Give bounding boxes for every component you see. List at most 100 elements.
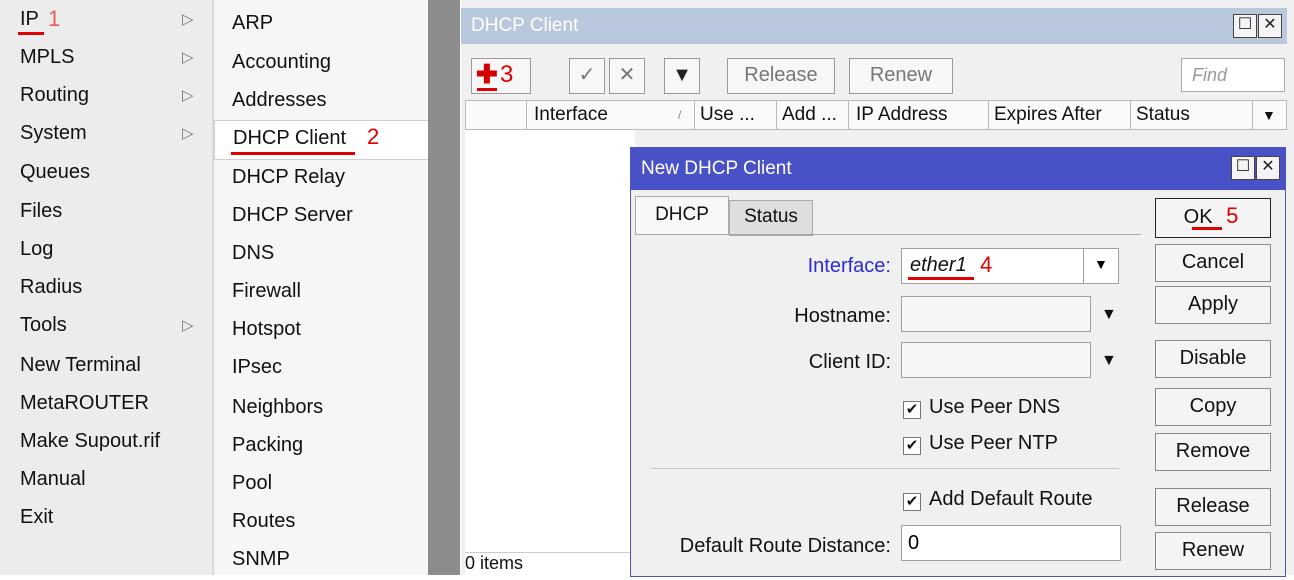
- menu-item-queues[interactable]: Queues: [0, 157, 212, 195]
- menu-item-label: IP: [20, 8, 39, 30]
- column-ip-address[interactable]: IP Address: [856, 104, 948, 126]
- submenu-item-dns[interactable]: DNS: [214, 236, 429, 274]
- submenu-item-accounting[interactable]: Accounting: [214, 45, 429, 83]
- menu-item-system[interactable]: System ▷: [0, 118, 212, 156]
- client-id-field[interactable]: [901, 342, 1091, 378]
- copy-button[interactable]: Copy: [1155, 388, 1271, 426]
- renew-button[interactable]: Renew: [1155, 532, 1271, 570]
- checkbox-icon: ✔: [903, 437, 921, 455]
- submenu-item-hotspot[interactable]: Hotspot: [214, 312, 429, 350]
- submenu-item-label: Firewall: [232, 280, 301, 302]
- submenu-item-label: Accounting: [232, 51, 331, 73]
- column-use-peer[interactable]: Use ...: [700, 104, 755, 126]
- menu-item-label: New Terminal: [20, 354, 141, 376]
- menu-item-exit[interactable]: Exit: [0, 502, 212, 540]
- submenu-item-firewall[interactable]: Firewall: [214, 274, 429, 312]
- disable-button[interactable]: ✕: [609, 58, 645, 94]
- apply-button[interactable]: Apply: [1155, 286, 1271, 324]
- submenu-item-dhcp-client[interactable]: DHCP Client 2: [214, 120, 429, 160]
- menu-item-metarouter[interactable]: MetaROUTER: [0, 388, 212, 426]
- submenu-item-snmp[interactable]: SNMP: [214, 542, 429, 580]
- close-icon[interactable]: ✕: [1258, 14, 1282, 38]
- dialog-close-icon[interactable]: ✕: [1256, 156, 1280, 180]
- submenu-arrow-icon: ▷: [182, 317, 194, 334]
- maximize-icon[interactable]: ☐: [1233, 14, 1257, 38]
- checkbox-icon: ✔: [903, 493, 921, 511]
- sort-icon: /: [678, 108, 682, 122]
- submenu-item-label: Addresses: [232, 89, 327, 111]
- menu-item-routing[interactable]: Routing ▷: [0, 80, 212, 118]
- submenu-item-label: DHCP Client: [233, 127, 346, 149]
- annotation-4: 4: [980, 252, 993, 277]
- release-button[interactable]: Release: [727, 58, 835, 94]
- submenu-item-dhcp-server[interactable]: DHCP Server: [214, 198, 429, 236]
- column-add-route[interactable]: Add ...: [782, 104, 837, 126]
- release-button[interactable]: Release: [1155, 488, 1271, 526]
- checkbox-icon: ✔: [903, 401, 921, 419]
- cancel-button[interactable]: Cancel: [1155, 244, 1271, 282]
- main-menu: IP 1 ▷ MPLS ▷ Routing ▷ System ▷ Queues Files Log Ra…: [0, 0, 213, 575]
- enable-button[interactable]: ✓: [569, 58, 605, 94]
- dialog-maximize-icon[interactable]: ☐: [1231, 156, 1255, 180]
- submenu-item-label: Packing: [232, 434, 304, 456]
- tab-dhcp[interactable]: DHCP: [635, 196, 729, 235]
- submenu-item-routes[interactable]: Routes: [214, 504, 429, 542]
- menu-item-label: Make Supout.rif: [20, 430, 161, 452]
- hostname-dropdown-icon[interactable]: ▼: [1101, 306, 1117, 324]
- use-peer-ntp-checkbox[interactable]: ✔ Use Peer NTP: [903, 432, 1058, 455]
- annotation-1: 1: [48, 6, 61, 31]
- submenu-item-packing[interactable]: Packing: [214, 428, 429, 466]
- new-dhcp-client-dialog: New DHCP Client ☐ ✕ DHCP Status Interfac…: [630, 147, 1286, 577]
- use-peer-dns-checkbox[interactable]: ✔ Use Peer DNS: [903, 396, 1060, 419]
- column-expires-after[interactable]: Expires After: [994, 104, 1102, 126]
- add-default-route-checkbox[interactable]: ✔ Add Default Route: [903, 488, 1092, 511]
- menu-item-label: MetaROUTER: [20, 392, 149, 414]
- submenu-arrow-icon: ▷: [182, 49, 194, 66]
- submenu-item-label: Routes: [232, 510, 296, 532]
- menu-item-label: Files: [20, 200, 63, 222]
- filter-button[interactable]: ▼: [664, 58, 700, 94]
- menu-item-log[interactable]: Log: [0, 234, 212, 272]
- submenu-arrow-icon: ▷: [182, 125, 194, 142]
- submenu-item-addresses[interactable]: Addresses: [214, 83, 429, 121]
- menu-item-tools[interactable]: Tools ▷: [0, 310, 212, 348]
- tab-status[interactable]: Status: [729, 200, 813, 236]
- menu-item-label: Queues: [20, 161, 91, 183]
- submenu-item-label: Hotspot: [232, 318, 301, 340]
- menu-item-ip[interactable]: IP 1 ▷: [0, 4, 212, 42]
- submenu-item-ipsec[interactable]: IPsec: [214, 350, 429, 388]
- submenu-item-pool[interactable]: Pool: [214, 466, 429, 504]
- interface-value: ether1: [910, 254, 967, 276]
- status-bar: 0 items: [465, 552, 635, 576]
- client-id-dropdown-icon[interactable]: ▼: [1101, 352, 1117, 370]
- disable-button[interactable]: Disable: [1155, 340, 1271, 378]
- column-interface[interactable]: Interface: [534, 104, 608, 126]
- interface-dropdown-button[interactable]: ▼: [1083, 248, 1119, 284]
- submenu-item-arp[interactable]: ARP: [214, 6, 429, 44]
- menu-item-label: Exit: [20, 506, 54, 528]
- submenu-arrow-icon: ▷: [182, 11, 194, 28]
- find-input[interactable]: Find: [1181, 58, 1285, 92]
- remove-button[interactable]: Remove: [1155, 433, 1271, 471]
- dialog-title: New DHCP Client: [641, 158, 792, 179]
- menu-item-make-supout-rif[interactable]: Make Supout.rif: [0, 426, 212, 464]
- ok-button[interactable]: OK 5: [1155, 198, 1271, 238]
- column-status[interactable]: Status: [1136, 104, 1190, 126]
- default-route-distance-field[interactable]: 0: [901, 525, 1121, 561]
- renew-button[interactable]: Renew: [849, 58, 953, 94]
- submenu-item-dhcp-relay[interactable]: DHCP Relay: [214, 160, 429, 198]
- menu-item-label: Log: [20, 238, 54, 260]
- submenu-item-label: DNS: [232, 242, 275, 264]
- submenu-item-label: IPsec: [232, 356, 283, 378]
- menu-item-new-terminal[interactable]: New Terminal: [0, 350, 212, 388]
- menu-item-radius[interactable]: Radius: [0, 272, 212, 310]
- menu-item-manual[interactable]: Manual: [0, 464, 212, 502]
- menu-item-files[interactable]: Files: [0, 196, 212, 234]
- column-chooser-icon[interactable]: ▼: [1262, 107, 1276, 123]
- menu-item-mpls[interactable]: MPLS ▷: [0, 42, 212, 80]
- submenu-item-neighbors[interactable]: Neighbors: [214, 390, 429, 428]
- client-list[interactable]: [465, 130, 635, 570]
- hostname-field[interactable]: [901, 296, 1091, 332]
- submenu-item-label: ARP: [232, 12, 274, 34]
- ip-submenu: ARP Accounting Addresses DHCP Client 2 DHCP R…: [213, 0, 429, 575]
